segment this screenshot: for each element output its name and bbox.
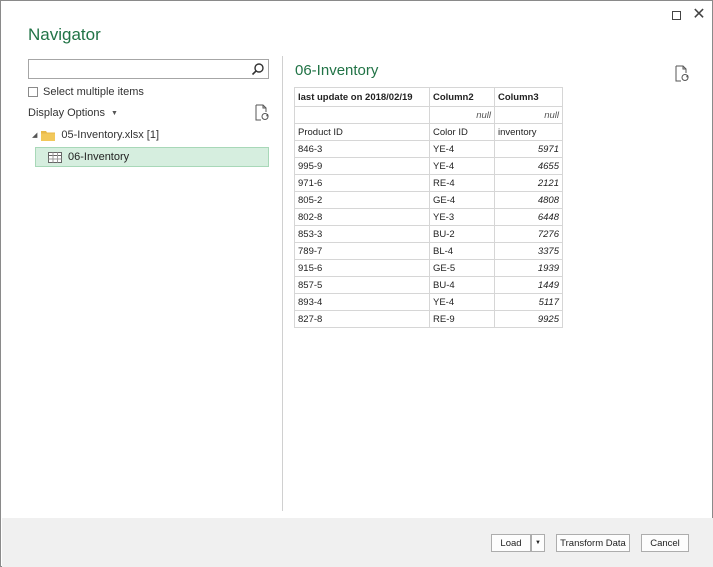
table-cell: 915-6 (294, 259, 430, 277)
table-row: 915-6 GE-5 1939 (294, 259, 563, 277)
preview-title: 06-Inventory (295, 62, 379, 79)
table-row: 893-4 YE-4 5117 (294, 293, 563, 311)
pane-divider[interactable] (282, 56, 283, 511)
refresh-preview-icon[interactable] (674, 65, 689, 82)
table-cell: 1449 (494, 276, 563, 294)
select-multiple-items[interactable]: Select multiple items (28, 86, 144, 98)
folder-icon (41, 130, 56, 141)
select-multiple-checkbox[interactable] (28, 87, 38, 97)
table-cell: GE-4 (429, 191, 495, 209)
search-box (28, 59, 269, 79)
tree-folder-label: 05-Inventory.xlsx [1] (61, 129, 160, 141)
column-header: Column2 (429, 87, 495, 107)
table-cell: 2121 (494, 174, 563, 192)
table-cell: Color ID (429, 123, 495, 141)
maximize-icon[interactable] (668, 7, 684, 23)
table-cell: 853-3 (294, 225, 430, 243)
table-cell: 805-2 (294, 191, 430, 209)
table-cell: inventory (494, 123, 563, 141)
table-cell: RE-9 (429, 310, 495, 328)
chevron-down-icon: ▼ (535, 540, 541, 546)
select-multiple-label: Select multiple items (43, 86, 144, 98)
table-cell: Product ID (294, 123, 430, 141)
refresh-icon[interactable] (254, 104, 269, 121)
cancel-button[interactable]: Cancel (641, 534, 689, 552)
table-cell: 3375 (494, 242, 563, 260)
window-title: Navigator (28, 25, 101, 44)
table-cell: RE-4 (429, 174, 495, 192)
chevron-down-icon: ▼ (111, 109, 118, 117)
table-row: 857-5 BU-4 1449 (294, 276, 563, 294)
table-row: 802-8 YE-3 6448 (294, 208, 563, 226)
table-cell: 5971 (494, 140, 563, 158)
search-icon[interactable] (251, 62, 265, 76)
table-cell: 7276 (494, 225, 563, 243)
display-options-label: Display Options (28, 107, 106, 119)
table-cell: GE-5 (429, 259, 495, 277)
table-cell: 827-8 (294, 310, 430, 328)
display-options-dropdown[interactable]: Display Options ▼ (28, 107, 118, 119)
table-cell: 857-5 (294, 276, 430, 294)
table-cell: 802-8 (294, 208, 430, 226)
preview-table: last update on 2018/02/19 Column2 Column… (294, 87, 563, 328)
table-row: Product ID Color ID inventory (294, 123, 563, 141)
table-cell: 5117 (494, 293, 563, 311)
table-cell: BU-2 (429, 225, 495, 243)
table-cell: BL-4 (429, 242, 495, 260)
table-cell: 9925 (494, 310, 563, 328)
table-row: null null (294, 106, 563, 124)
load-options-button[interactable]: ▼ (531, 534, 545, 552)
table-cell: YE-4 (429, 157, 495, 175)
tree-collapse-icon[interactable]: ◢ (32, 131, 37, 139)
search-input[interactable] (29, 61, 239, 79)
navigator-window: ✕ Navigator Select multiple items Displa… (0, 0, 713, 567)
table-row: 995-9 YE-4 4655 (294, 157, 563, 175)
load-button[interactable]: Load (491, 534, 531, 552)
table-row: 846-3 YE-4 5971 (294, 140, 563, 158)
table-cell: 4808 (494, 191, 563, 209)
table-cell (294, 106, 430, 124)
table-cell: YE-4 (429, 293, 495, 311)
table-row: 971-6 RE-4 2121 (294, 174, 563, 192)
table-cell: 893-4 (294, 293, 430, 311)
tree-item-label: 06-Inventory (68, 151, 130, 163)
table-header-row: last update on 2018/02/19 Column2 Column… (294, 87, 563, 107)
table-icon (48, 151, 62, 163)
table-cell: 789-7 (294, 242, 430, 260)
transform-data-button[interactable]: Transform Data (556, 534, 630, 552)
table-cell: 6448 (494, 208, 563, 226)
table-row: 805-2 GE-4 4808 (294, 191, 563, 209)
table-cell: 971-6 (294, 174, 430, 192)
column-header: last update on 2018/02/19 (294, 87, 430, 107)
table-row: 789-7 BL-4 3375 (294, 242, 563, 260)
table-cell: 4655 (494, 157, 563, 175)
table-cell: null (494, 106, 563, 124)
column-header: Column3 (494, 87, 563, 107)
table-cell: YE-3 (429, 208, 495, 226)
table-row: 853-3 BU-2 7276 (294, 225, 563, 243)
table-cell: 1939 (494, 259, 563, 277)
table-cell: null (429, 106, 495, 124)
close-icon[interactable]: ✕ (691, 7, 707, 23)
table-cell: 995-9 (294, 157, 430, 175)
tree-folder-item[interactable]: ◢ 05-Inventory.xlsx [1] (32, 129, 159, 141)
table-cell: YE-4 (429, 140, 495, 158)
table-row: 827-8 RE-9 9925 (294, 310, 563, 328)
table-cell: BU-4 (429, 276, 495, 294)
table-cell: 846-3 (294, 140, 430, 158)
tree-item-06-inventory[interactable]: 06-Inventory (35, 147, 269, 167)
